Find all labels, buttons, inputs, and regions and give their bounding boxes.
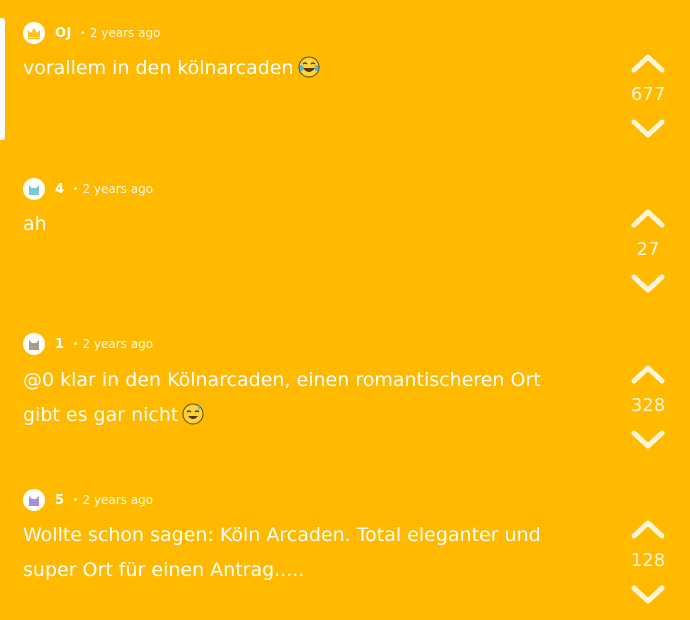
timestamp: 2 years ago [82, 337, 154, 351]
upvote-chevron-icon[interactable] [630, 207, 666, 229]
comment-text: ah [23, 207, 543, 242]
separator-dot: • [79, 27, 86, 39]
username[interactable]: 1 [55, 337, 65, 352]
vote-control: 677 [626, 52, 670, 140]
comment-body: Wollte schon sagen: Köln Arcaden. Total … [23, 524, 541, 581]
avatar[interactable] [23, 333, 45, 355]
selected-comment-indicator [0, 18, 5, 140]
vote-control: 128 [626, 518, 670, 606]
username[interactable]: 4 [55, 182, 65, 197]
separator-dot: • [72, 494, 79, 506]
vote-score: 27 [636, 239, 660, 260]
timestamp: 2 years ago [82, 182, 154, 196]
upvote-chevron-icon[interactable] [630, 52, 666, 74]
comment-text: vorallem in den kölnarcaden [23, 51, 543, 86]
downvote-chevron-icon[interactable] [630, 273, 666, 295]
comment-text: Wollte schon sagen: Köln Arcaden. Total … [23, 518, 543, 588]
separator-dot: • [72, 338, 79, 350]
vote-control: 27 [626, 207, 670, 295]
crown-icon [28, 28, 40, 40]
downvote-chevron-icon[interactable] [630, 118, 666, 140]
downvote-chevron-icon[interactable] [630, 429, 666, 451]
vote-score: 328 [630, 395, 666, 416]
cat-icon [29, 340, 39, 350]
cat-icon [29, 185, 39, 195]
comment-meta: 4 • 2 years ago [23, 176, 153, 202]
timestamp: 2 years ago [89, 26, 161, 40]
comment-meta: 1 • 2 years ago [23, 331, 153, 357]
comment-body: @0 klar in den Kölnarcaden, einen romant… [23, 369, 541, 426]
laughing-tears-emoji [298, 56, 319, 78]
timestamp: 2 years ago [82, 493, 154, 507]
username[interactable]: OJ [55, 26, 72, 41]
downvote-chevron-icon[interactable] [630, 584, 666, 606]
avatar[interactable] [23, 178, 45, 200]
avatar[interactable] [23, 489, 45, 511]
sweat-smile-emoji [182, 403, 204, 425]
comment-text: @0 klar in den Kölnarcaden, einen romant… [23, 363, 543, 433]
avatar[interactable] [23, 22, 45, 44]
comment-meta: 5 • 2 years ago [23, 487, 153, 513]
separator-dot: • [72, 183, 79, 195]
comment-meta: OJ • 2 years ago [23, 20, 160, 46]
vote-control: 328 [626, 363, 670, 451]
vote-score: 677 [630, 84, 666, 105]
upvote-chevron-icon[interactable] [630, 518, 666, 540]
comment-body: ah [23, 213, 47, 235]
vote-score: 128 [630, 550, 666, 571]
upvote-chevron-icon[interactable] [630, 363, 666, 385]
comment-body: vorallem in den kölnarcaden [23, 57, 294, 79]
username[interactable]: 5 [55, 493, 65, 508]
cat-icon [29, 496, 39, 506]
